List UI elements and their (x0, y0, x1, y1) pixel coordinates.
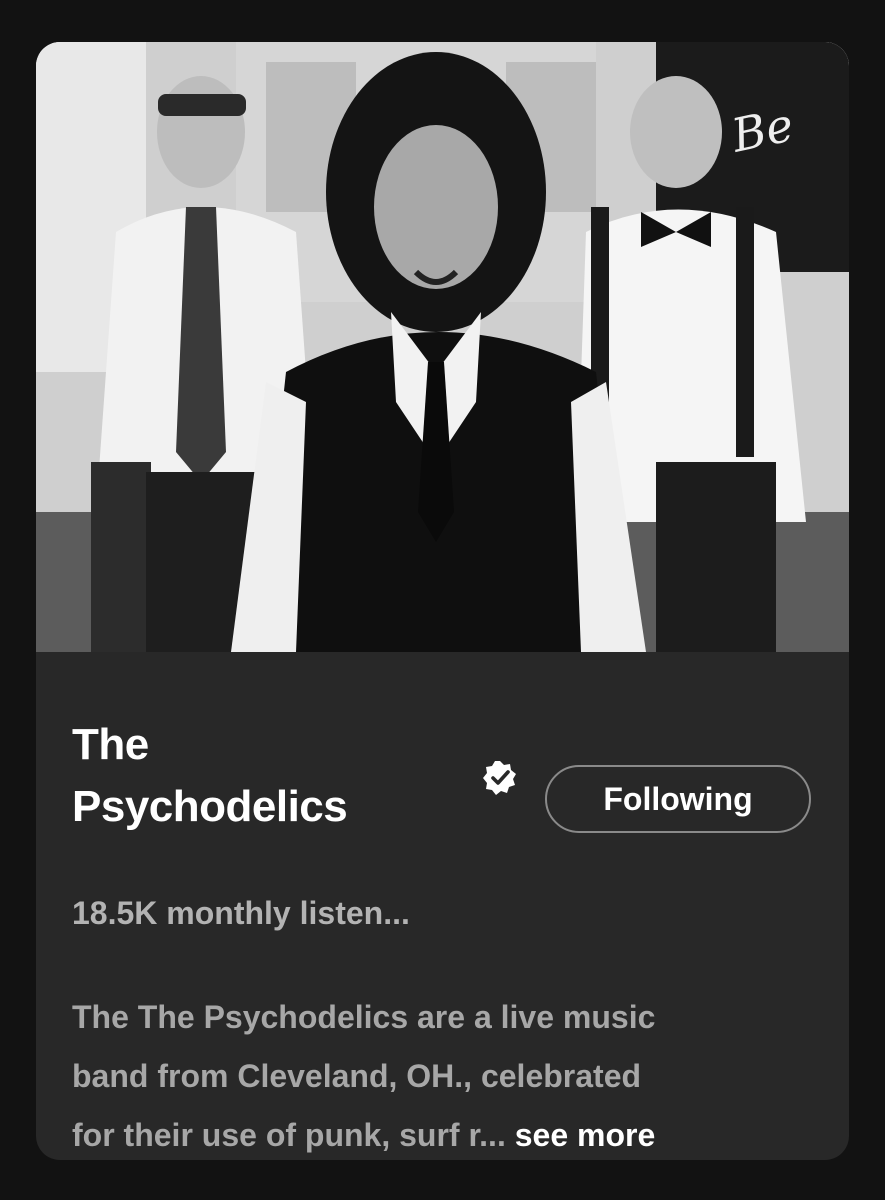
artist-card: Be The Psychodelics Following 18.5K mont… (36, 42, 849, 1160)
artist-photo: Be (36, 42, 849, 652)
verified-badge-icon (483, 761, 516, 795)
artist-name[interactable]: The Psychodelics (72, 714, 492, 838)
artist-name-line2: Psychodelics (72, 782, 348, 831)
bio-line-2: band from Cleveland, OH., celebrated (72, 1058, 642, 1094)
following-button[interactable]: Following (545, 765, 811, 833)
see-more-link[interactable]: see more (515, 1117, 656, 1153)
artist-info: The Psychodelics Following 18.5K monthly… (36, 652, 849, 1160)
artist-name-line1: The (72, 720, 149, 769)
monthly-listeners: 18.5K monthly listen... (72, 895, 410, 931)
bio-line-1: The The Psychodelics are a live music (72, 999, 656, 1035)
band-photo-illustration: Be (36, 42, 849, 652)
artist-bio: The The Psychodelics are a live music ba… (72, 988, 822, 1160)
bio-line-3: for their use of punk, surf r... (72, 1117, 506, 1153)
